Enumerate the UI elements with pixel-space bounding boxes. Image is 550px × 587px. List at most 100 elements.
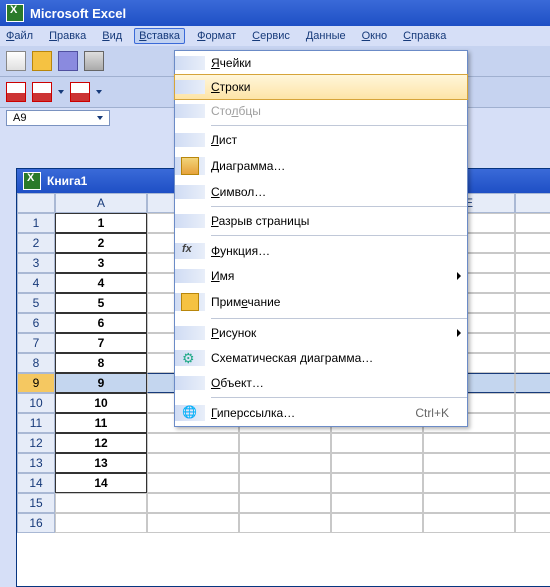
menu-item-схематическаядиаграмма[interactable]: ⚙Схематическая диаграмма…: [175, 345, 467, 371]
cell[interactable]: [239, 473, 331, 493]
cell[interactable]: [515, 393, 550, 413]
menu-item-лист[interactable]: Лист: [175, 128, 467, 152]
cell[interactable]: [423, 453, 515, 473]
menu-вставка[interactable]: Вставка: [134, 28, 185, 44]
dropdown-arrow-icon[interactable]: [97, 116, 103, 120]
cell[interactable]: [331, 493, 423, 513]
row-header[interactable]: 2: [17, 233, 55, 253]
cell[interactable]: [515, 433, 550, 453]
cell[interactable]: [55, 513, 147, 533]
cell[interactable]: [423, 433, 515, 453]
cell[interactable]: [515, 293, 550, 313]
menu-правка[interactable]: Правка: [49, 30, 86, 42]
cell[interactable]: 3: [55, 253, 147, 273]
cell[interactable]: [147, 453, 239, 473]
cell[interactable]: [515, 453, 550, 473]
cell[interactable]: 12: [55, 433, 147, 453]
menu-данные[interactable]: Данные: [306, 30, 346, 42]
menu-окно[interactable]: Окно: [362, 30, 388, 42]
cell[interactable]: [515, 373, 550, 393]
cell[interactable]: [515, 513, 550, 533]
menu-файл[interactable]: Файл: [6, 30, 33, 42]
cell[interactable]: [147, 473, 239, 493]
print-icon[interactable]: [84, 51, 104, 71]
cell[interactable]: [515, 233, 550, 253]
row-header[interactable]: 12: [17, 433, 55, 453]
menu-сервис[interactable]: Сервис: [252, 30, 290, 42]
menu-item-символ[interactable]: Символ…: [175, 180, 467, 204]
cell[interactable]: 2: [55, 233, 147, 253]
cell[interactable]: [515, 413, 550, 433]
name-box[interactable]: A9: [6, 110, 110, 126]
open-icon[interactable]: [32, 51, 52, 71]
row-header[interactable]: 1: [17, 213, 55, 233]
cell[interactable]: 9: [55, 373, 147, 393]
cell[interactable]: [239, 433, 331, 453]
pdf-icon[interactable]: [6, 82, 26, 102]
cell[interactable]: [515, 353, 550, 373]
cell[interactable]: [423, 473, 515, 493]
select-all-corner[interactable]: [17, 193, 55, 213]
cell[interactable]: 14: [55, 473, 147, 493]
cell[interactable]: [515, 333, 550, 353]
cell[interactable]: [331, 433, 423, 453]
menu-item-строки[interactable]: Строки: [174, 74, 468, 100]
new-icon[interactable]: [6, 51, 26, 71]
cell[interactable]: 1: [55, 213, 147, 233]
cell[interactable]: 8: [55, 353, 147, 373]
row-header[interactable]: 9: [17, 373, 55, 393]
cell[interactable]: 10: [55, 393, 147, 413]
cell[interactable]: [515, 253, 550, 273]
cell[interactable]: [515, 493, 550, 513]
cell[interactable]: [147, 493, 239, 513]
column-header[interactable]: F: [515, 193, 550, 213]
row-header[interactable]: 15: [17, 493, 55, 513]
cell[interactable]: [331, 453, 423, 473]
cell[interactable]: [515, 273, 550, 293]
cell[interactable]: [55, 493, 147, 513]
row-header[interactable]: 4: [17, 273, 55, 293]
cell[interactable]: [239, 453, 331, 473]
column-header[interactable]: A: [55, 193, 147, 213]
menu-item-разрывстраницы[interactable]: Разрыв страницы: [175, 209, 467, 233]
cell[interactable]: [331, 473, 423, 493]
cell[interactable]: [423, 513, 515, 533]
row-header[interactable]: 16: [17, 513, 55, 533]
menu-item-функция[interactable]: fxФункция…: [175, 238, 467, 264]
cell[interactable]: [423, 493, 515, 513]
dropdown-arrow-icon[interactable]: [58, 90, 64, 94]
cell[interactable]: [331, 513, 423, 533]
menu-item-примечание[interactable]: Примечание: [175, 288, 467, 316]
cell[interactable]: [515, 473, 550, 493]
menu-item-диаграмма[interactable]: Диаграмма…: [175, 152, 467, 180]
cell[interactable]: [239, 513, 331, 533]
menu-формат[interactable]: Формат: [197, 30, 236, 42]
row-header[interactable]: 6: [17, 313, 55, 333]
pdf-icon-3[interactable]: [70, 82, 90, 102]
cell[interactable]: [147, 433, 239, 453]
row-header[interactable]: 8: [17, 353, 55, 373]
cell[interactable]: [515, 313, 550, 333]
pdf-icon-2[interactable]: [32, 82, 52, 102]
row-header[interactable]: 11: [17, 413, 55, 433]
cell[interactable]: [147, 513, 239, 533]
menu-item-имя[interactable]: Имя: [175, 264, 467, 288]
cell[interactable]: 13: [55, 453, 147, 473]
cell[interactable]: 6: [55, 313, 147, 333]
menu-item-рисунок[interactable]: Рисунок: [175, 321, 467, 345]
cell[interactable]: 5: [55, 293, 147, 313]
row-header[interactable]: 13: [17, 453, 55, 473]
save-icon[interactable]: [58, 51, 78, 71]
row-header[interactable]: 7: [17, 333, 55, 353]
cell[interactable]: 4: [55, 273, 147, 293]
menu-item-объект[interactable]: Объект…: [175, 371, 467, 395]
menu-справка[interactable]: Справка: [403, 30, 446, 42]
row-header[interactable]: 14: [17, 473, 55, 493]
cell[interactable]: 11: [55, 413, 147, 433]
cell[interactable]: 7: [55, 333, 147, 353]
menu-item-гиперссылка[interactable]: 🌐Гиперссылка…Ctrl+K: [175, 400, 467, 426]
row-header[interactable]: 10: [17, 393, 55, 413]
cell[interactable]: [239, 493, 331, 513]
row-header[interactable]: 3: [17, 253, 55, 273]
dropdown-arrow-icon[interactable]: [96, 90, 102, 94]
